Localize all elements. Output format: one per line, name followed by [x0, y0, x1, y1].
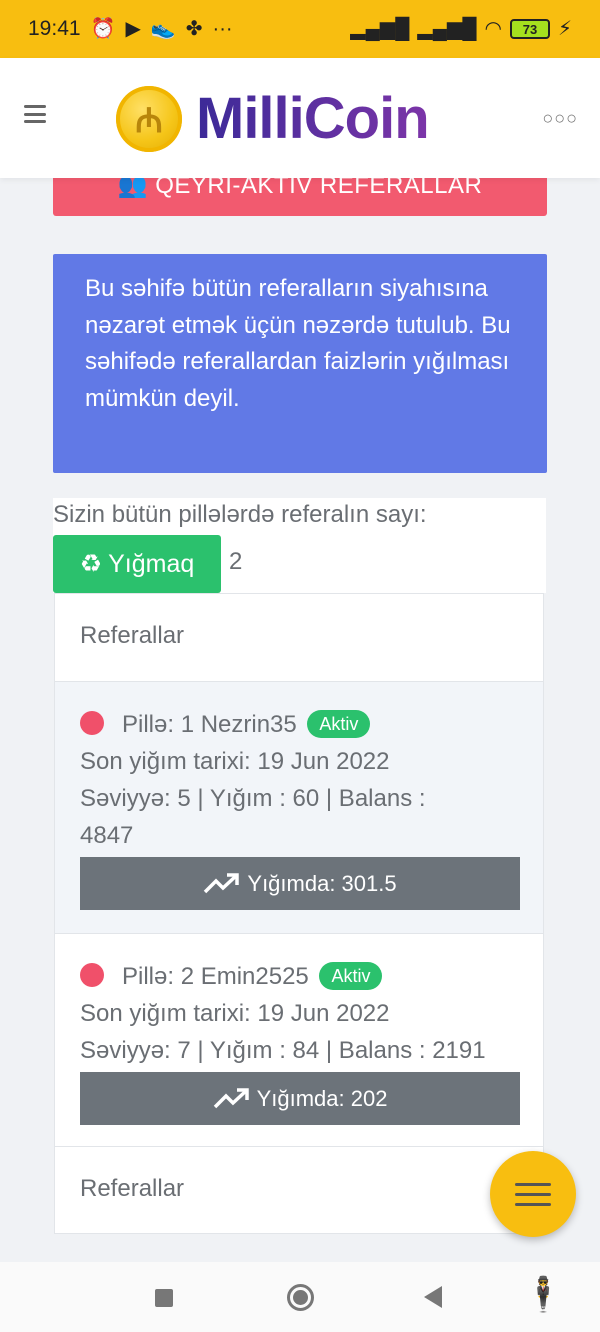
referral-count-value: 2 — [229, 548, 243, 575]
info-alert: Bu səhifə bütün referalların siyahısına … — [53, 254, 547, 473]
system-nav-bar: 🕴 — [0, 1262, 600, 1332]
referral-title: Pillə: 1 Nezrin35 — [122, 711, 297, 738]
status-badge: Aktiv — [319, 962, 383, 990]
status-bar: 19:41 ⏰ ▶ 👟 ✤ ··· ▂▄▆█ ▂▄▆█ ◠ 73 ⚡ — [0, 0, 600, 58]
inactive-referrals-button[interactable]: 👥 QEYRİ-AKTİV REFERALLAR — [53, 178, 547, 216]
status-time: 19:41 — [28, 17, 81, 40]
menu-icon[interactable] — [24, 105, 46, 123]
gain-button[interactable]: Yığımda: 301.5 — [80, 857, 520, 910]
accessibility-icon[interactable]: 🕴 — [522, 1278, 564, 1312]
recent-apps-icon[interactable] — [155, 1289, 173, 1307]
play-icon: ▶ — [125, 18, 141, 40]
logo-coin-icon: ₼ — [116, 86, 182, 152]
referral-summary: Sizin bütün pillələrdə referalın sayı: ♻… — [53, 498, 546, 593]
collect-button-label: Yığmaq — [108, 549, 195, 578]
shoe-icon: 👟 — [150, 18, 176, 40]
floating-menu-button[interactable] — [490, 1151, 576, 1237]
logo-symbol: ₼ — [135, 102, 163, 140]
app-header: ₼ MilliCoin ○○○ — [0, 58, 600, 178]
home-icon[interactable] — [287, 1284, 314, 1311]
gain-label: Yığımda: 202 — [256, 1085, 388, 1111]
referral-stats: Səviyyə: 7 | Yığım : 84 | Balans : 2191 — [80, 1037, 486, 1064]
gain-button[interactable]: Yığımda: 202 — [80, 1072, 520, 1125]
collect-button[interactable]: ♻ Yığmaq — [53, 535, 221, 593]
panel-footer: Referallar — [80, 1175, 185, 1202]
charging-icon: ⚡ — [557, 18, 572, 40]
referral-balance: 4847 — [80, 822, 134, 849]
panel-header: Referallar — [55, 594, 543, 682]
recycle-icon: ♻ — [79, 550, 103, 578]
status-dot-icon — [80, 711, 104, 735]
referral-title: Pillə: 2 Emin2525 — [122, 963, 309, 990]
wifi-icon: ◠ — [484, 18, 502, 40]
inactive-referrals-label: QEYRİ-AKTİV REFERALLAR — [155, 178, 483, 199]
fan-icon: ✤ — [185, 18, 203, 40]
alarm-icon: ⏰ — [90, 18, 116, 40]
status-badge: Aktiv — [307, 710, 371, 738]
signal-icon: ▂▄▆█ — [350, 18, 410, 40]
referral-count-label: Sizin bütün pillələrdə referalın sayı: — [53, 501, 427, 528]
battery-icon: 73 — [509, 19, 550, 39]
signal-2-icon: ▂▄▆█ — [417, 18, 477, 40]
referral-item: Pillə: 1 Nezrin35 Aktiv Son yiğım tarixi… — [55, 682, 543, 934]
referral-item: Pillə: 2 Emin2525 Aktiv Son yiğım tarixi… — [55, 934, 543, 1147]
last-collect-date: Son yiğım tarixi: 19 Jun 2022 — [80, 1000, 390, 1027]
referrals-panel: Referallar Pillə: 1 Nezrin35 Aktiv Son y… — [54, 593, 544, 1234]
trending-up-icon — [213, 1087, 249, 1108]
users-icon: 👥 — [117, 178, 149, 199]
referral-stats: Səviyyə: 5 | Yığım : 60 | Balans : — [80, 785, 426, 812]
back-icon[interactable] — [424, 1286, 442, 1308]
status-dot-icon — [80, 963, 104, 987]
trending-up-icon — [204, 872, 240, 893]
more-icon: ··· — [212, 18, 233, 40]
last-collect-date: Son yiğım tarixi: 19 Jun 2022 — [80, 748, 390, 775]
more-options-icon[interactable]: ○○○ — [542, 108, 578, 129]
app-logo-text: MilliCoin — [196, 82, 430, 156]
gain-label: Yığımda: 301.5 — [247, 870, 397, 896]
